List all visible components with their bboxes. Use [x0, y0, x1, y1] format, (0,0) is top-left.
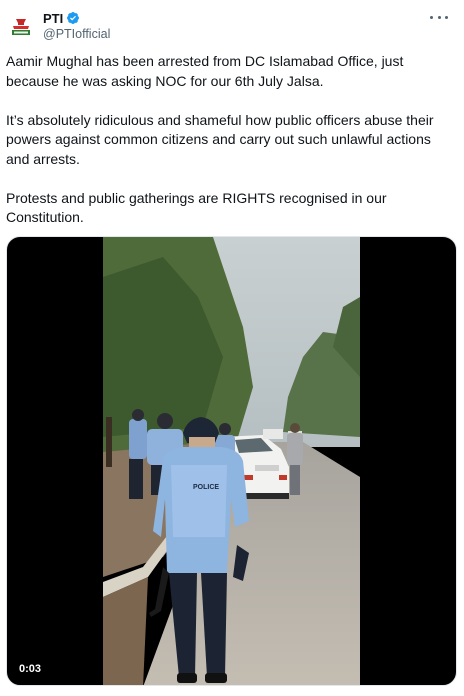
- account-handle[interactable]: @PTIofficial: [43, 27, 110, 41]
- video-player[interactable]: POLICE 0:03: [6, 236, 457, 686]
- pti-logo-icon: [7, 11, 35, 39]
- tweet-text: Aamir Mughal has been arrested from DC I…: [6, 52, 458, 228]
- tweet-paragraph: It’s absolutely ridiculous and shameful …: [6, 111, 434, 167]
- video-frame[interactable]: POLICE: [103, 237, 360, 685]
- tweet-header: PTI @PTIofficial: [0, 0, 464, 48]
- name-row: PTI: [43, 10, 80, 26]
- display-name[interactable]: PTI: [43, 11, 63, 26]
- uniform-label: POLICE: [193, 484, 219, 491]
- video-duration: 0:03: [14, 661, 47, 677]
- tweet-paragraph: Protests and public gatherings are RIGHT…: [6, 189, 387, 226]
- more-options-icon[interactable]: [430, 10, 448, 24]
- tweet-paragraph: Aamir Mughal has been arrested from DC I…: [6, 53, 404, 89]
- avatar[interactable]: [7, 11, 35, 39]
- verified-badge-icon: [66, 11, 80, 25]
